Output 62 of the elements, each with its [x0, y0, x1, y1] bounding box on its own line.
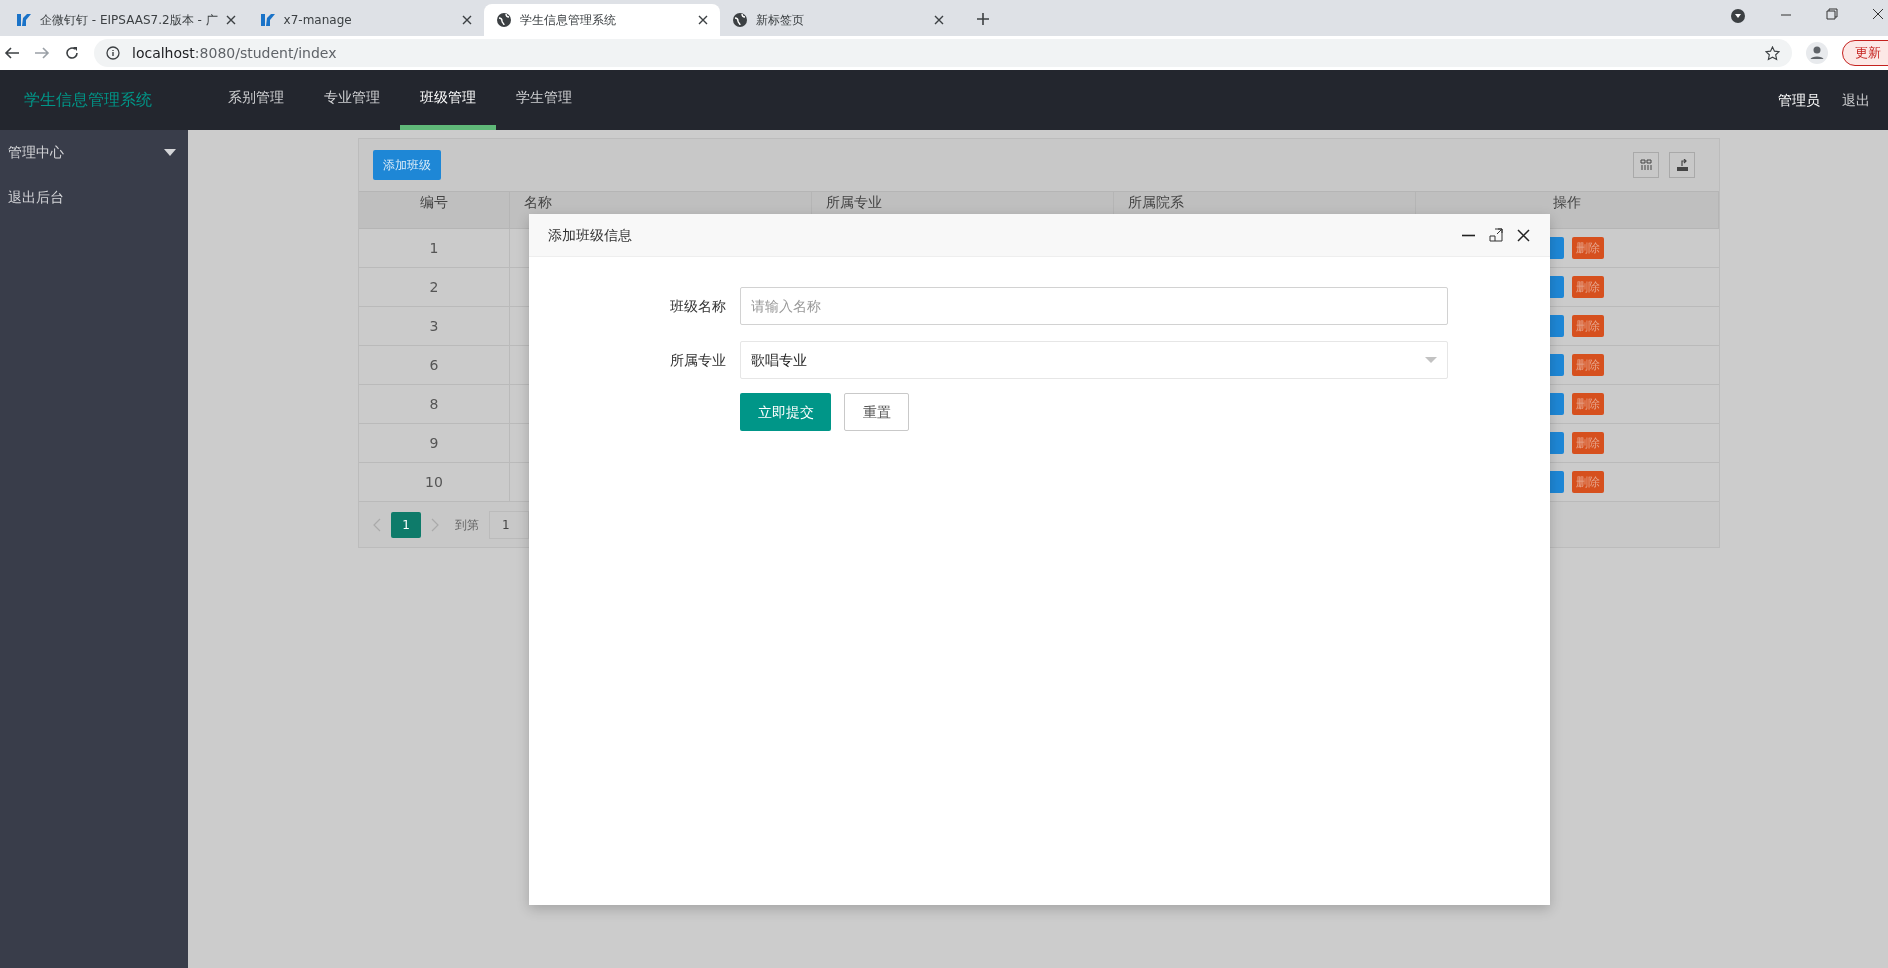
url-text: localhost:8080/student/index [132, 43, 337, 63]
close-icon[interactable] [697, 15, 708, 25]
tab-title: 企微钉钉 - EIPSAAS7.2版本 - 广 [40, 12, 218, 29]
user-link[interactable]: 管理员 [1778, 70, 1820, 130]
table-cell-text: 10 [425, 472, 443, 492]
back-icon[interactable] [4, 45, 20, 61]
table-cell-text: 1 [429, 238, 439, 258]
restore-icon[interactable] [1826, 8, 1838, 20]
nav-tab[interactable]: 系别管理 [208, 70, 304, 130]
column-header: 名称 [524, 194, 552, 210]
table-cell-text: 8 [429, 394, 439, 414]
info-icon [106, 46, 120, 60]
column-header: 操作 [1553, 194, 1581, 210]
globe-icon [495, 12, 512, 28]
close-icon[interactable] [933, 15, 944, 25]
nav-tab[interactable]: 班级管理 [400, 70, 496, 130]
tab-title: 学生信息管理系统 [519, 12, 617, 29]
maximize-icon[interactable] [1489, 228, 1503, 242]
new-tab-icon[interactable] [975, 12, 990, 26]
forward-icon[interactable] [34, 45, 50, 61]
column-header: 编号 [420, 194, 448, 210]
logout-link[interactable]: 退出 [1842, 70, 1870, 130]
tab-search-icon[interactable] [1730, 8, 1746, 24]
column-header: 所属院系 [1128, 194, 1184, 210]
app-logo: 学生信息管理系统 [24, 89, 152, 111]
sidebar-item[interactable]: 退出后台 [0, 175, 188, 220]
reset-button[interactable]: 重置 [844, 393, 909, 431]
star-icon[interactable] [1765, 45, 1780, 61]
field-label: 所属专业 [669, 350, 727, 370]
globe-icon [731, 12, 748, 28]
profile-icon[interactable] [1806, 42, 1828, 64]
app-logo-icon [16, 12, 32, 28]
modal-title: 添加班级信息 [548, 225, 633, 245]
close-icon[interactable] [1517, 228, 1530, 242]
caret-icon [164, 149, 176, 156]
browser-tab[interactable]: 学生信息管理系统 [483, 4, 720, 36]
major-select[interactable]: 歌唱专业 [740, 341, 1448, 379]
close-icon[interactable] [461, 15, 472, 25]
reload-icon[interactable] [64, 45, 80, 61]
submit-button[interactable]: 立即提交 [740, 393, 831, 431]
tab-title: x7-manage [283, 12, 353, 29]
caret-icon [1425, 357, 1437, 363]
nav-tab[interactable]: 专业管理 [304, 70, 400, 130]
export-icon[interactable] [1669, 152, 1695, 178]
nav-tab[interactable]: 学生管理 [496, 70, 592, 130]
close-icon[interactable] [225, 15, 236, 25]
table-cell-text: 9 [429, 433, 439, 453]
page-input[interactable]: 1 [489, 510, 529, 539]
close-icon[interactable] [1872, 8, 1884, 20]
page-button[interactable]: 1 [391, 511, 421, 538]
goto-label: 到第 [455, 516, 479, 534]
app-logo-icon [259, 12, 276, 28]
table-cell-text: 3 [429, 316, 439, 336]
table-cell-text: 6 [429, 355, 439, 375]
sidebar-item[interactable]: 管理中心 [0, 130, 188, 175]
update-button[interactable]: 更新 [1842, 40, 1888, 66]
table-cell-text: 2 [429, 277, 439, 297]
class-name-field[interactable]: 请输入名称 [740, 287, 1448, 325]
column-header: 所属专业 [826, 194, 882, 210]
address-field[interactable]: localhost:8080/student/index [94, 39, 1792, 67]
tab-title: 新标签页 [755, 12, 805, 29]
field-label: 班级名称 [669, 296, 727, 316]
